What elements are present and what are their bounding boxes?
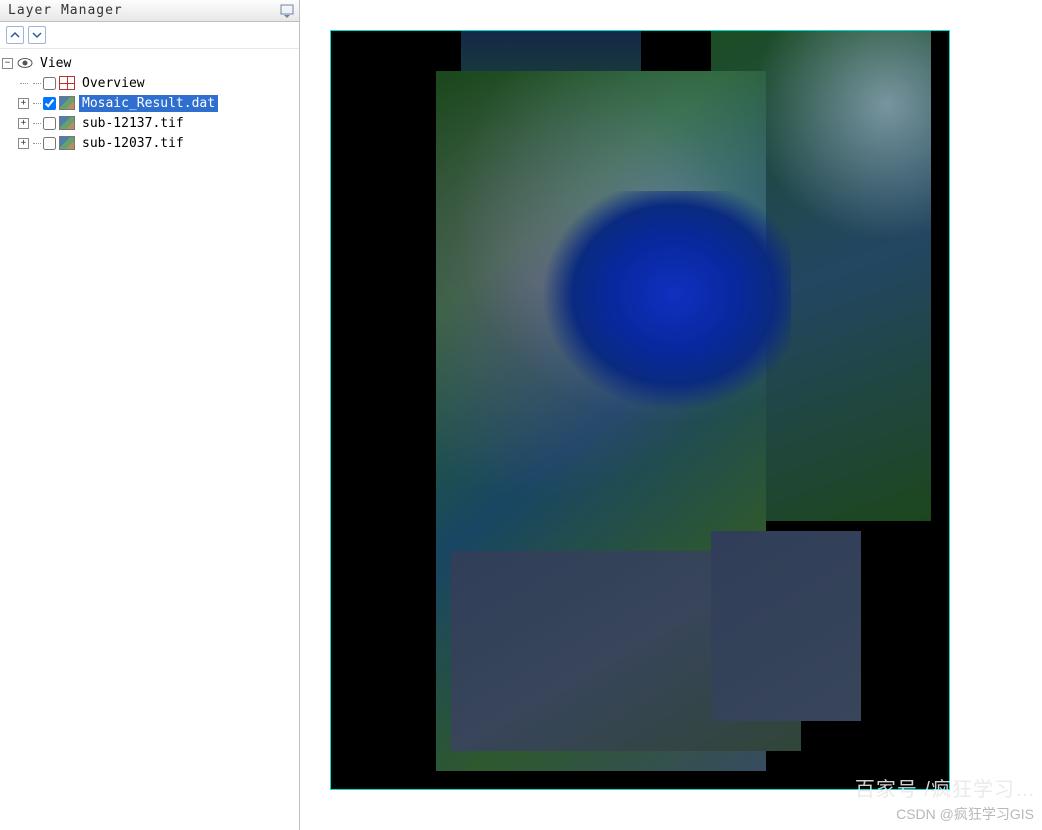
- tree-item-label[interactable]: sub-12037.tif: [79, 135, 187, 152]
- raster-layer-icon: [59, 96, 75, 110]
- tree-connector: [33, 143, 41, 144]
- expander-plus-icon[interactable]: +: [18, 118, 29, 129]
- menu-dropdown-icon: [280, 4, 294, 18]
- collapse-down-button[interactable]: [28, 26, 46, 44]
- layer-visibility-checkbox[interactable]: [43, 77, 56, 90]
- tree-root-label[interactable]: View: [37, 55, 74, 72]
- overview-icon: [59, 76, 75, 90]
- raster-layer-icon: [59, 136, 75, 150]
- image-canvas[interactable]: [330, 30, 950, 790]
- layer-visibility-checkbox[interactable]: [43, 137, 56, 150]
- raster-layer-icon: [59, 116, 75, 130]
- tree-item[interactable]: + Mosaic_Result.dat: [2, 93, 297, 113]
- tree-connector: [33, 123, 41, 124]
- tree-item-label[interactable]: Overview: [79, 75, 148, 92]
- panel-title: Layer Manager: [8, 3, 123, 18]
- tree-item[interactable]: + sub-12037.tif: [2, 133, 297, 153]
- layer-tree[interactable]: − View Overview + Mosaic_Result.dat + sub-12…: [0, 49, 299, 830]
- expander-minus-icon[interactable]: −: [2, 58, 13, 69]
- chevron-up-icon: [10, 30, 20, 40]
- imagery-water-body: [531, 191, 791, 421]
- layer-visibility-checkbox[interactable]: [43, 97, 56, 110]
- watermark-line-1: 百家号 /疯狂学习…: [855, 773, 1036, 802]
- image-viewport[interactable]: 百家号 /疯狂学习… CSDN @疯狂学习GIS: [300, 0, 1042, 830]
- tree-item[interactable]: + sub-12137.tif: [2, 113, 297, 133]
- layer-visibility-checkbox[interactable]: [43, 117, 56, 130]
- eye-icon: [17, 56, 33, 70]
- collapse-toolbar: [0, 22, 299, 49]
- tree-item-label[interactable]: Mosaic_Result.dat: [79, 95, 218, 112]
- expander-plus-icon[interactable]: +: [18, 138, 29, 149]
- tree-connector: [33, 83, 41, 84]
- tree-root-view[interactable]: − View: [2, 53, 297, 73]
- tree-item-label[interactable]: sub-12137.tif: [79, 115, 187, 132]
- collapse-up-button[interactable]: [6, 26, 24, 44]
- expander-plus-icon[interactable]: +: [18, 98, 29, 109]
- layer-manager-panel: Layer Manager −: [0, 0, 300, 830]
- panel-header: Layer Manager: [0, 0, 299, 22]
- panel-menu-button[interactable]: [279, 3, 295, 19]
- tree-item[interactable]: Overview: [2, 73, 297, 93]
- tree-connector: [33, 103, 41, 104]
- watermark-line-2: CSDN @疯狂学习GIS: [896, 804, 1034, 824]
- imagery-region: [711, 531, 861, 721]
- chevron-down-icon: [32, 30, 42, 40]
- expander-none: [18, 78, 29, 89]
